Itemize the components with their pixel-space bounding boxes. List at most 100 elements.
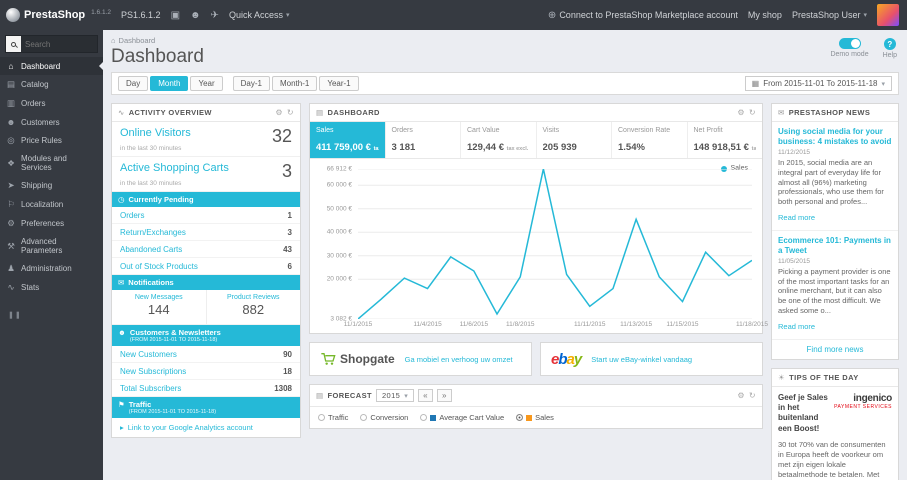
sidebar: ⌂ Dashboard ▤ Catalog ▥ Orders ☻ Custome… <box>0 30 103 480</box>
new-subscriptions-link[interactable]: New Subscriptions <box>120 367 186 376</box>
shopgate-promo-link[interactable]: Ga mobiel en verhoog uw omzet <box>405 355 513 364</box>
sidebar-item-administration[interactable]: ♟ Administration <box>0 259 103 278</box>
color-swatch <box>526 414 533 421</box>
out-of-stock-link[interactable]: Out of Stock Products <box>120 262 198 271</box>
kpi-net-profit[interactable]: Net Profit 148 918,51 € tax excl. <box>688 122 763 158</box>
quick-access-menu[interactable]: Quick Access ▾ <box>229 10 290 20</box>
refresh-icon[interactable]: ↻ <box>749 391 756 400</box>
total-subscribers-link[interactable]: Total Subscribers <box>120 384 181 393</box>
kpi-visits[interactable]: Visits 205 939 <box>537 122 612 158</box>
date-range-picker[interactable]: ▦ From 2015-11-01 To 2015-11-18 ▾ <box>744 76 892 91</box>
activity-panel-header: ∿ Activity overview ⚙ ↻ <box>112 104 300 122</box>
kpi-row: Sales 411 759,00 € tax excl. Orders 3 18… <box>310 122 762 159</box>
search-icon <box>11 41 16 47</box>
sidebar-item-price-rules[interactable]: ◎ Price Rules <box>0 131 103 150</box>
search-button[interactable] <box>6 36 21 52</box>
y-tick-label: 66 912 € <box>326 165 352 173</box>
sidebar-item-label: Administration <box>21 264 72 273</box>
read-more-link[interactable]: Read more <box>778 322 815 331</box>
gear-icon[interactable]: ⚙ <box>737 108 745 117</box>
flag-icon: ⚑ <box>118 400 125 409</box>
out-of-stock-value: 6 <box>287 261 292 271</box>
currently-pending-title: Currently Pending <box>128 195 194 204</box>
ebay-promo-link[interactable]: Start uw eBay-winkel vandaag <box>591 355 692 364</box>
online-visitors-block[interactable]: Online Visitors 32 in the last 30 minute… <box>112 122 300 157</box>
sidebar-item-preferences[interactable]: ⚙ Preferences <box>0 214 103 233</box>
kpi-conversion-rate[interactable]: Conversion Rate 1.54% <box>612 122 688 158</box>
sidebar-item-catalog[interactable]: ▤ Catalog <box>0 75 103 94</box>
abandoned-carts-link[interactable]: Abandoned Carts <box>120 245 182 254</box>
sidebar-item-modules[interactable]: ❖ Modules and Services <box>0 150 103 176</box>
forecast-option-label: Traffic <box>328 413 349 422</box>
new-customers-link[interactable]: New Customers <box>120 350 177 359</box>
filter-day-1-button[interactable]: Day-1 <box>232 76 270 91</box>
product-reviews-cell[interactable]: Product Reviews 882 <box>205 290 301 324</box>
prestashop-news-panel: ✉ PrestaShop News Using social media for… <box>771 103 899 360</box>
sidebar-item-stats[interactable]: ∿ Stats <box>0 278 103 297</box>
forecast-panel: ▤ Forecast 2015 ▾ « » ⚙ ↻ <box>309 384 763 429</box>
sidebar-collapse-button[interactable]: ❚❚ <box>0 307 103 323</box>
prestashop-logo[interactable]: PrestaShop 1.6.1.2 <box>6 8 111 22</box>
customers-newsletters-titles: Customers & Newsletters (FROM 2015-11-01… <box>130 328 221 343</box>
ebay-letter: y <box>573 350 582 368</box>
marketplace-link[interactable]: ⊕ Connect to PrestaShop Marketplace acco… <box>548 10 738 21</box>
customers-icon[interactable]: ☻ <box>190 10 201 21</box>
sidebar-item-localization[interactable]: ⚐ Localization <box>0 195 103 214</box>
kpi-sales[interactable]: Sales 411 759,00 € tax excl. <box>310 122 386 158</box>
kpi-cart-value[interactable]: Cart Value 129,44 € tax excl. <box>461 122 537 158</box>
messages-icon[interactable]: ✈ <box>211 10 219 21</box>
sidebar-item-dashboard[interactable]: ⌂ Dashboard <box>0 57 103 75</box>
new-messages-label: New Messages <box>134 294 183 301</box>
refresh-icon[interactable]: ↻ <box>749 108 756 117</box>
toggle-knob <box>850 39 860 48</box>
forecast-option-sales[interactable]: Sales <box>516 413 554 422</box>
user-avatar[interactable] <box>877 4 899 26</box>
filter-day-button[interactable]: Day <box>118 76 149 91</box>
user-menu[interactable]: PrestaShop User ▾ <box>792 10 867 20</box>
search-input[interactable] <box>21 39 97 49</box>
new-messages-cell[interactable]: New Messages 144 <box>112 290 206 324</box>
sidebar-item-shipping[interactable]: ➤ Shipping <box>0 176 103 195</box>
activity-icon: ∿ <box>118 108 125 117</box>
news-item-title[interactable]: Using social media for your business: 4 … <box>778 127 892 147</box>
dashboard-panel-title: Dashboard <box>327 108 380 117</box>
demo-mode-toggle[interactable] <box>838 38 861 49</box>
kpi-orders[interactable]: Orders 3 181 <box>386 122 461 158</box>
sidebar-item-orders[interactable]: ▥ Orders <box>0 94 103 113</box>
forecast-option-average-cart-value[interactable]: Average Cart Value <box>420 413 504 422</box>
my-shop-link[interactable]: My shop <box>748 10 782 20</box>
find-more-news-link[interactable]: Find more news <box>772 340 898 359</box>
filter-year-1-button[interactable]: Year-1 <box>319 76 359 91</box>
gear-icon[interactable]: ⚙ <box>275 108 283 117</box>
forecast-next-button[interactable]: » <box>437 389 452 402</box>
filter-month-1-button[interactable]: Month-1 <box>271 76 318 91</box>
read-more-link[interactable]: Read more <box>778 213 815 222</box>
gear-icon[interactable]: ⚙ <box>737 391 745 400</box>
sidebar-item-customers[interactable]: ☻ Customers <box>0 113 103 131</box>
pending-row-returns: Return/Exchanges 3 <box>112 224 300 241</box>
news-item-title[interactable]: Ecommerce 101: Payments in a Tweet <box>778 236 892 256</box>
filter-year-button[interactable]: Year <box>190 76 223 91</box>
forecast-year-select[interactable]: 2015 ▾ <box>375 389 415 402</box>
forecast-option-traffic[interactable]: Traffic <box>318 413 348 422</box>
cart-icon[interactable]: ▣ <box>171 10 180 21</box>
active-carts-block[interactable]: Active Shopping Carts 3 in the last 30 m… <box>112 157 300 192</box>
forecast-icon: ▤ <box>316 391 324 400</box>
news-icon: ✉ <box>778 108 785 117</box>
filter-month-button[interactable]: Month <box>150 76 189 91</box>
shop-name-menu[interactable]: PS1.6.1.2 <box>121 10 161 20</box>
y-axis-labels: 66 912 € 60 000 € 50 000 € 40 000 € 30 000 €… <box>314 165 358 323</box>
notifications-title: Notifications <box>128 278 174 287</box>
demo-mode-control[interactable]: Demo mode <box>830 38 869 59</box>
forecast-option-conversion[interactable]: Conversion <box>360 413 408 422</box>
breadcrumb-home-icon: ⌂ <box>111 36 116 45</box>
help-control[interactable]: ? Help <box>883 38 897 59</box>
sidebar-item-advanced-parameters[interactable]: ⚒ Advanced Parameters <box>0 233 103 259</box>
pending-returns-link[interactable]: Return/Exchanges <box>120 228 186 237</box>
pending-orders-link[interactable]: Orders <box>120 211 144 220</box>
google-analytics-link[interactable]: ▸ Link to your Google Analytics account <box>112 418 300 437</box>
refresh-icon[interactable]: ↻ <box>287 108 294 117</box>
forecast-prev-button[interactable]: « <box>418 389 434 402</box>
link-icon: ▸ <box>120 423 124 432</box>
chart-plot <box>358 169 752 319</box>
